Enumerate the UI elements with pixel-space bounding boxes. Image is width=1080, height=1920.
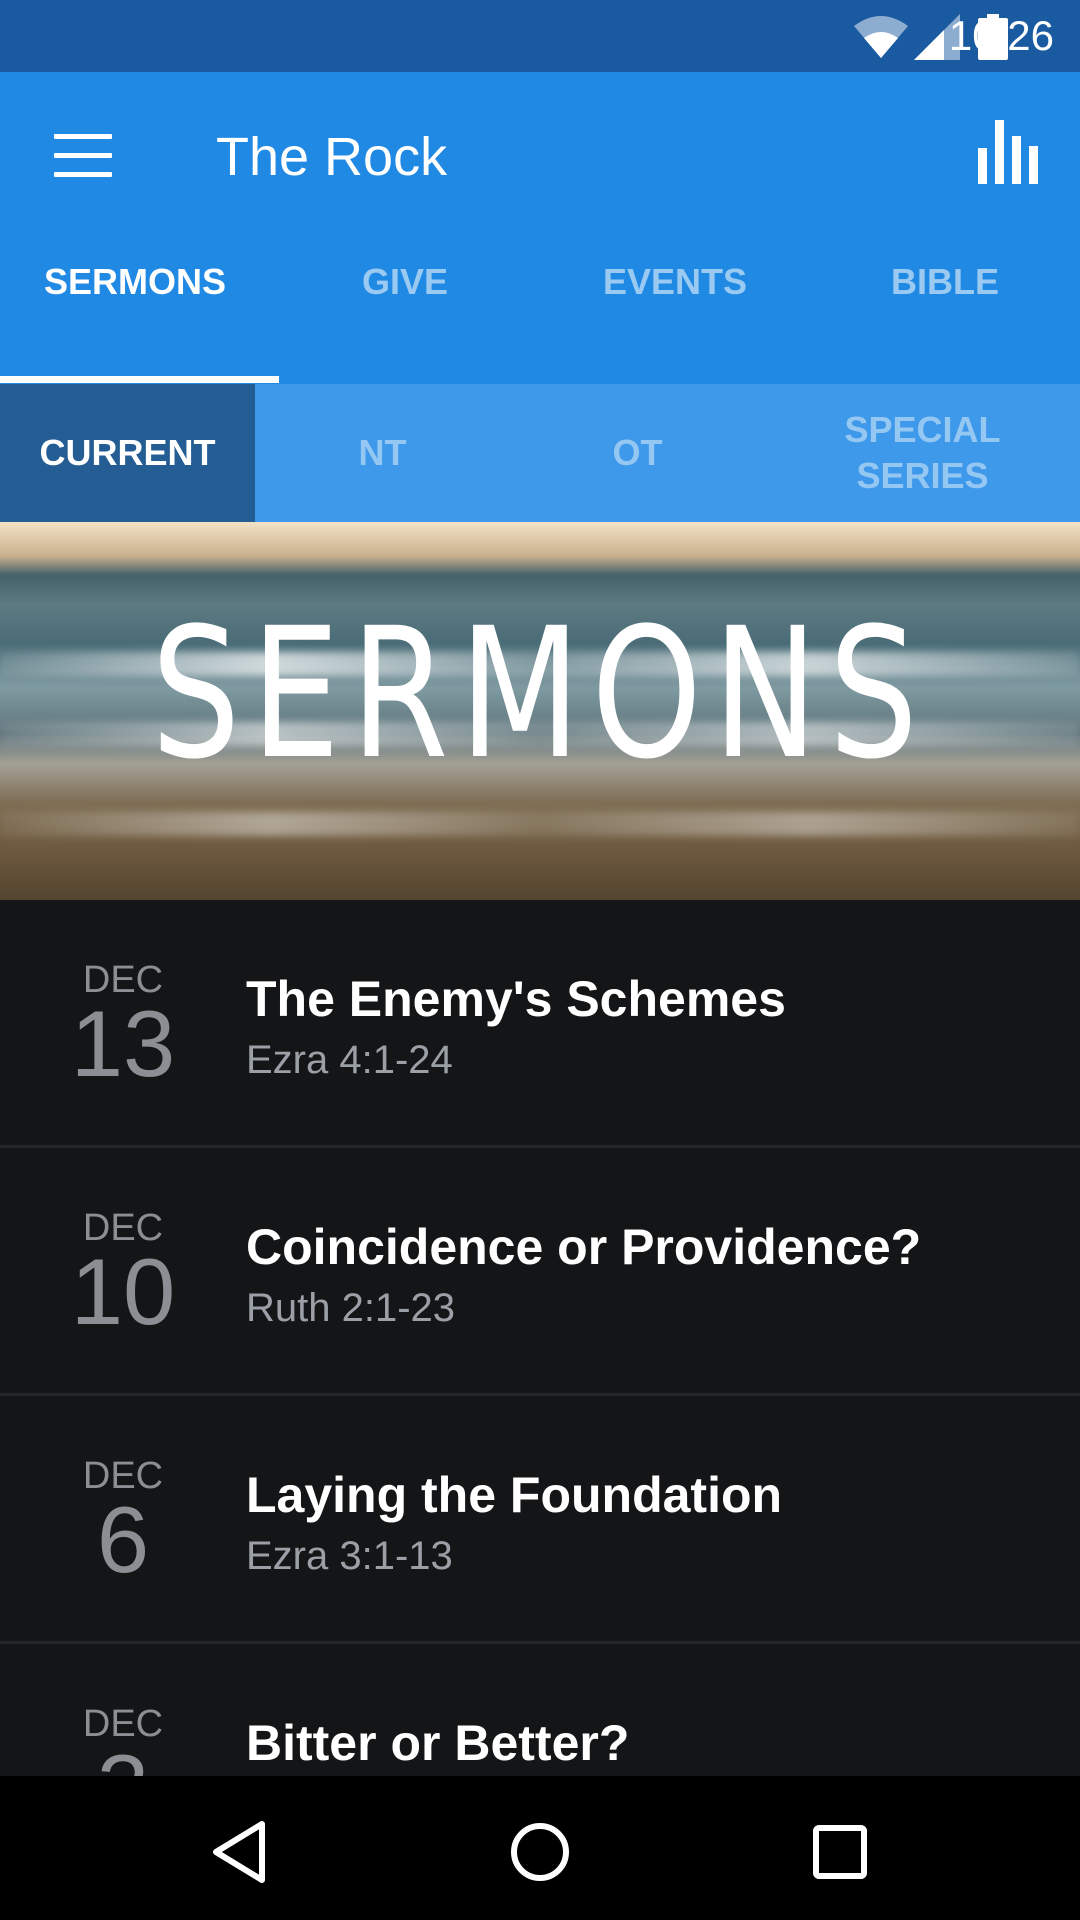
active-tab-indicator bbox=[0, 376, 279, 383]
recents-icon[interactable] bbox=[800, 1812, 880, 1892]
subtab-current[interactable]: CURRENT bbox=[0, 384, 255, 522]
bar-chart-icon[interactable] bbox=[978, 120, 1038, 184]
sermon-date: DEC 3 bbox=[48, 1704, 198, 1776]
app-title: The Rock bbox=[216, 127, 448, 187]
navigation-bar bbox=[0, 1776, 1080, 1920]
sermon-row[interactable]: DEC 10 Coincidence or Providence? Ruth 2… bbox=[0, 1148, 1080, 1396]
sermon-reference: Ezra 4:1-24 bbox=[246, 1038, 453, 1082]
sermon-title: Coincidence or Providence? bbox=[246, 1219, 922, 1275]
tab-sermons[interactable]: SERMONS bbox=[0, 224, 270, 384]
home-icon[interactable] bbox=[500, 1812, 580, 1892]
sermon-day: 13 bbox=[70, 991, 176, 1096]
sermon-list: DEC 13 The Enemy's Schemes Ezra 4:1-24 D… bbox=[0, 900, 1080, 1776]
sermon-row[interactable]: DEC 6 Laying the Foundation Ezra 3:1-13 bbox=[0, 1396, 1080, 1644]
sermon-title: The Enemy's Schemes bbox=[246, 971, 786, 1027]
subtab-ot[interactable]: OT bbox=[510, 384, 765, 522]
sermon-title: Laying the Foundation bbox=[246, 1467, 783, 1523]
sermon-day: 3 bbox=[48, 1741, 198, 1777]
tab-bible[interactable]: BIBLE bbox=[810, 224, 1080, 384]
sermon-reference: Ruth 2:1-23 bbox=[246, 1286, 456, 1330]
subtab-nt[interactable]: NT bbox=[255, 384, 510, 522]
sermon-day: 10 bbox=[70, 1239, 176, 1344]
subtab-special-series[interactable]: SPECIAL SERIES bbox=[765, 384, 1080, 522]
back-icon[interactable] bbox=[200, 1812, 280, 1892]
sub-tabs: CURRENT NT OT SPECIAL SERIES bbox=[0, 384, 1080, 522]
status-time: 10:26 bbox=[948, 12, 1054, 59]
wave-decoration bbox=[0, 812, 1080, 836]
sermon-title: Bitter or Better? bbox=[246, 1715, 630, 1771]
tab-events[interactable]: EVENTS bbox=[540, 224, 810, 384]
sermon-row[interactable]: DEC 3 Bitter or Better? bbox=[0, 1644, 1080, 1776]
wifi-icon bbox=[854, 16, 908, 58]
hero-title: SERMONS bbox=[151, 590, 929, 799]
hero-banner: SERMONS bbox=[0, 522, 1080, 900]
main-tabs: SERMONS GIVE EVENTS BIBLE bbox=[0, 224, 1080, 384]
sermon-date: DEC 13 bbox=[48, 960, 198, 1096]
sermon-date: DEC 6 bbox=[48, 1456, 198, 1592]
sermon-day: 6 bbox=[96, 1487, 150, 1592]
status-bar: 10:26 bbox=[0, 0, 1080, 72]
sermon-date: DEC 10 bbox=[48, 1208, 198, 1344]
hamburger-menu-icon[interactable] bbox=[54, 134, 112, 178]
sermon-reference: Ezra 3:1-13 bbox=[246, 1534, 453, 1578]
tab-give[interactable]: GIVE bbox=[270, 224, 540, 384]
sermon-row[interactable]: DEC 13 The Enemy's Schemes Ezra 4:1-24 bbox=[0, 900, 1080, 1148]
